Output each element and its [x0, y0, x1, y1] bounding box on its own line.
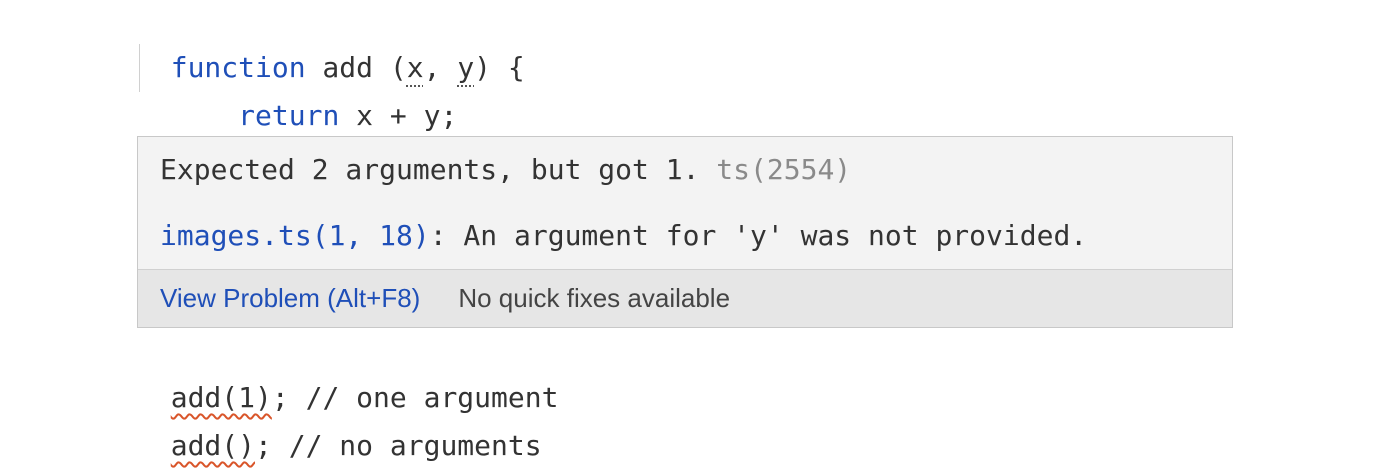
quick-fix-status: No quick fixes available: [458, 283, 731, 313]
call-add-no-args[interactable]: add(): [171, 429, 255, 462]
hover-status-bar: View Problem (Alt+F8) No quick fixes avai…: [138, 269, 1232, 327]
view-problem-link[interactable]: View Problem (Alt+F8): [160, 283, 420, 313]
code-line-5[interactable]: add(); // no arguments: [137, 374, 542, 462]
error-hover-popup: Expected 2 arguments, but got 1. ts(2554…: [137, 136, 1233, 328]
code-line-2[interactable]: return x + y;: [137, 44, 457, 132]
code-line-1[interactable]: function add (x, y) {: [137, 0, 525, 84]
code-line-3[interactable]: }: [137, 92, 188, 180]
comment-no-arguments: ; // no arguments: [255, 429, 542, 462]
function-open-brace: ) {: [474, 51, 525, 84]
keyword-return: return: [238, 99, 340, 132]
related-message: : An argument for 'y' was not provided.: [429, 219, 1088, 252]
error-message-line: Expected 2 arguments, but got 1. ts(2554…: [160, 153, 851, 186]
error-message: Expected 2 arguments, but got 1.: [160, 153, 717, 186]
param-y[interactable]: y: [457, 51, 474, 84]
related-info-line: images.ts(1, 18): An argument for 'y' wa…: [160, 219, 1087, 252]
code-line-4[interactable]: add(1); // one argument: [137, 326, 559, 414]
return-expression: x + y;: [339, 99, 458, 132]
related-location-link[interactable]: images.ts(1, 18): [160, 219, 430, 252]
error-code: ts(2554): [716, 153, 852, 186]
